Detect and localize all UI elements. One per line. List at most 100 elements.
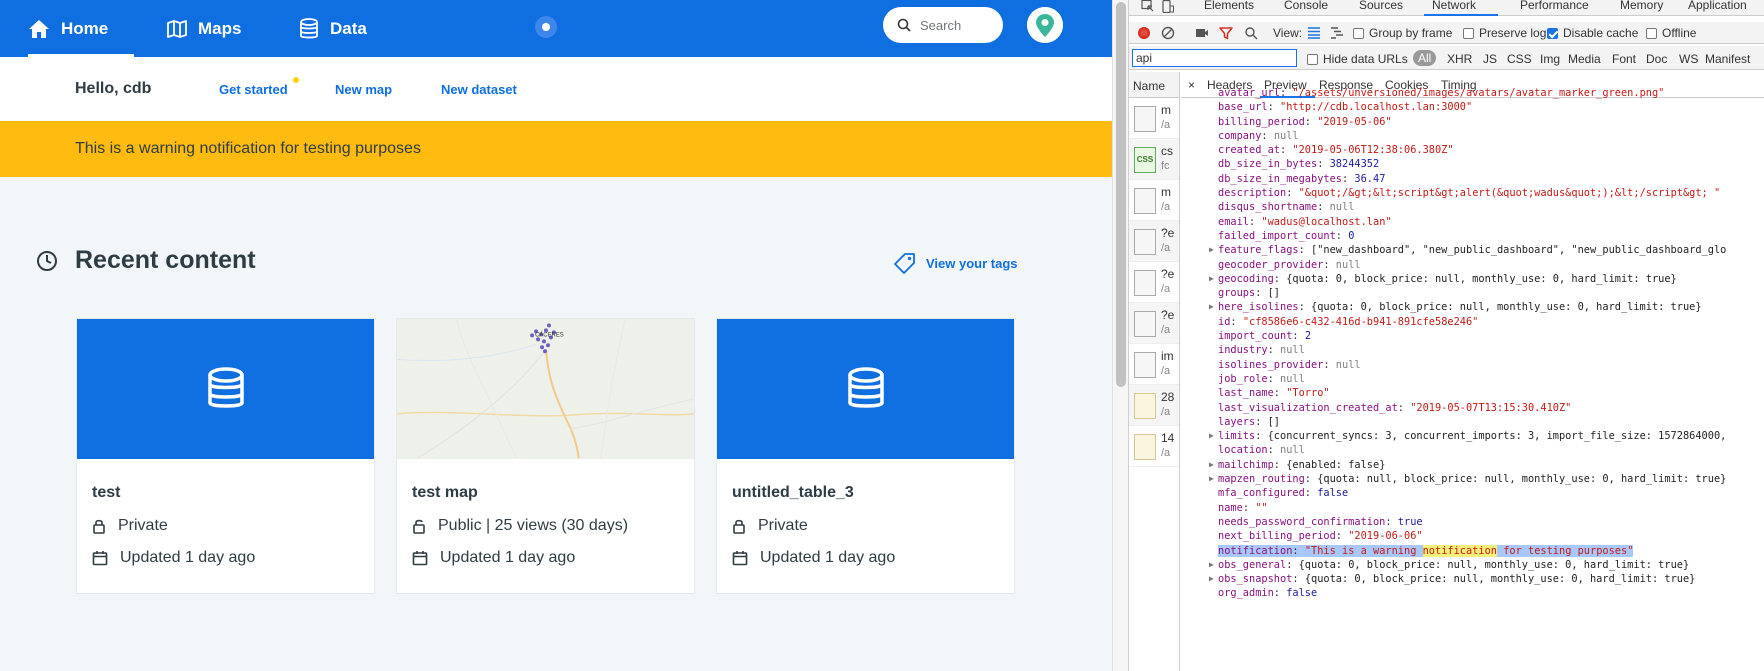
json-property[interactable]: ▶ limits: {concurrent_syncs: 3, concurren… bbox=[1181, 429, 1764, 443]
nav-data[interactable]: Data bbox=[299, 0, 367, 57]
hide-data-urls-checkbox[interactable]: Hide data URLs bbox=[1307, 52, 1408, 66]
new-map-link[interactable]: New map bbox=[335, 82, 392, 97]
expand-arrow-icon[interactable]: ▶ bbox=[1209, 429, 1214, 443]
json-key: groups bbox=[1218, 287, 1256, 300]
filter-input[interactable]: api bbox=[1132, 49, 1297, 67]
document-file-icon bbox=[1134, 311, 1156, 337]
inspect-element-icon[interactable] bbox=[1141, 0, 1155, 13]
json-property: industry: null bbox=[1218, 344, 1305, 357]
json-key: name bbox=[1218, 501, 1243, 514]
filter-type-all[interactable]: All bbox=[1413, 50, 1437, 66]
preserve-log-checkbox[interactable]: Preserve log bbox=[1463, 26, 1546, 40]
filter-type-doc[interactable]: Doc bbox=[1646, 52, 1667, 66]
request-row[interactable]: im/a bbox=[1129, 344, 1179, 385]
json-property[interactable]: ▶ here_isolines: {quota: 0, block_price: … bbox=[1181, 300, 1764, 314]
json-property: isolines_provider: null bbox=[1218, 358, 1361, 371]
view-label: View: bbox=[1273, 26, 1303, 40]
search-input[interactable]: Search bbox=[883, 7, 1003, 43]
json-property[interactable]: ▶ mailchimp: {enabled: false} bbox=[1181, 458, 1764, 472]
clock-icon bbox=[37, 251, 57, 271]
waterfall-icon[interactable] bbox=[1330, 27, 1344, 39]
json-property: org_admin: false bbox=[1218, 587, 1318, 600]
request-row[interactable]: ?e/a bbox=[1129, 221, 1179, 262]
expand-arrow-icon[interactable]: ▶ bbox=[1209, 458, 1214, 472]
request-path: /a bbox=[1161, 283, 1171, 295]
request-row[interactable]: m/a bbox=[1129, 180, 1179, 221]
json-property: job_role: null bbox=[1218, 372, 1305, 385]
device-toolbar-icon[interactable] bbox=[1162, 0, 1174, 13]
offline-checkbox[interactable]: Offline bbox=[1646, 26, 1696, 40]
name-column-header[interactable]: Name bbox=[1129, 72, 1179, 98]
expand-arrow-icon[interactable]: ▶ bbox=[1209, 300, 1214, 314]
page-scrollbar[interactable] bbox=[1112, 0, 1128, 671]
expand-arrow-icon[interactable]: ▶ bbox=[1209, 272, 1214, 286]
group-by-frame-checkbox[interactable]: Group by frame bbox=[1353, 26, 1452, 40]
request-row[interactable]: 14/a bbox=[1129, 426, 1179, 467]
card-privacy: Private bbox=[732, 517, 808, 535]
content-card[interactable]: test Private Updated 1 day ago bbox=[76, 318, 375, 594]
json-key: disqus_shortname bbox=[1218, 201, 1318, 214]
nav-maps[interactable]: Maps bbox=[167, 0, 241, 57]
notification-dot-icon[interactable] bbox=[535, 16, 557, 38]
scrollbar-thumb[interactable] bbox=[1116, 2, 1126, 387]
tab-memory[interactable]: Memory bbox=[1620, 0, 1663, 12]
json-value: true bbox=[1397, 515, 1423, 528]
map-thumbnail: CÁCERES bbox=[397, 319, 694, 459]
content-card[interactable]: CÁCERES test map Public | 25 views (30 d… bbox=[396, 318, 695, 594]
expand-arrow-icon[interactable]: ▶ bbox=[1209, 558, 1214, 572]
json-property[interactable]: ▶ geocoding: {quota: 0, block_price: null… bbox=[1181, 272, 1764, 286]
expand-arrow-icon[interactable]: ▶ bbox=[1209, 572, 1214, 586]
content-card[interactable]: untitled_table_3 Private Updated 1 day a… bbox=[716, 318, 1015, 594]
tab-network[interactable]: Network bbox=[1432, 0, 1476, 12]
request-row[interactable]: ?e/a bbox=[1129, 303, 1179, 344]
json-property: last_name: "Torro" bbox=[1218, 387, 1330, 400]
card-updated: Updated 1 day ago bbox=[92, 549, 255, 567]
json-property[interactable]: ▶ obs_snapshot: {quota: 0, block_price: n… bbox=[1181, 572, 1764, 586]
tab-sources[interactable]: Sources bbox=[1359, 0, 1403, 12]
request-row[interactable]: ?e/a bbox=[1129, 262, 1179, 303]
card-title[interactable]: test bbox=[92, 484, 120, 502]
request-row[interactable]: m/a bbox=[1129, 98, 1179, 139]
database-icon bbox=[300, 17, 318, 38]
filter-type-img[interactable]: Img bbox=[1540, 52, 1560, 66]
screenshot-icon[interactable] bbox=[1195, 27, 1209, 39]
search-icon[interactable] bbox=[1244, 26, 1258, 40]
expand-arrow-icon[interactable]: ▶ bbox=[1209, 243, 1214, 257]
large-rows-icon[interactable] bbox=[1307, 27, 1321, 39]
request-path: /a bbox=[1161, 324, 1171, 336]
clear-icon[interactable] bbox=[1161, 26, 1175, 40]
filter-type-js[interactable]: JS bbox=[1483, 52, 1497, 66]
database-icon bbox=[847, 367, 884, 408]
request-row[interactable]: 28/a bbox=[1129, 385, 1179, 426]
filter-type-manifest[interactable]: Manifest bbox=[1705, 52, 1750, 66]
map-place-label: CÁCERES bbox=[535, 331, 564, 338]
filter-icon[interactable] bbox=[1219, 26, 1233, 40]
card-title[interactable]: untitled_table_3 bbox=[732, 484, 854, 502]
filter-type-font[interactable]: Font bbox=[1612, 52, 1636, 66]
filter-type-media[interactable]: Media bbox=[1568, 52, 1601, 66]
json-property: base_url: "http://cdb.localhost.lan:3000… bbox=[1218, 101, 1473, 114]
tab-console[interactable]: Console bbox=[1284, 0, 1328, 12]
json-property[interactable]: ▶ mapzen_routing: {quota: null, block_pri… bbox=[1181, 472, 1764, 486]
get-started-link[interactable]: Get started bbox=[219, 82, 288, 97]
request-list: Name m/a CSS cs fc m/a ?e/a ?e/a ?e/a im/a… bbox=[1129, 72, 1180, 671]
filter-type-ws[interactable]: WS bbox=[1679, 52, 1698, 66]
tab-application[interactable]: Application bbox=[1688, 0, 1747, 12]
nav-home[interactable]: Home bbox=[28, 0, 135, 57]
json-property[interactable]: ▶ obs_general: {quota: 0, block_price: nu… bbox=[1181, 558, 1764, 572]
user-avatar[interactable] bbox=[1027, 7, 1063, 43]
tab-elements[interactable]: Elements bbox=[1204, 0, 1254, 12]
home-icon bbox=[29, 19, 49, 38]
filter-type-css[interactable]: CSS bbox=[1507, 52, 1532, 66]
tab-performance[interactable]: Performance bbox=[1520, 0, 1589, 12]
filter-type-xhr[interactable]: XHR bbox=[1447, 52, 1472, 66]
request-row[interactable]: CSS cs fc bbox=[1129, 139, 1179, 180]
view-tags-link[interactable]: View your tags bbox=[894, 252, 1018, 274]
json-property[interactable]: ▶ feature_flags: ["new_dashboard", "new_p… bbox=[1181, 243, 1764, 257]
json-property: location: null bbox=[1218, 444, 1305, 457]
disable-cache-checkbox[interactable]: Disable cache bbox=[1547, 26, 1638, 40]
new-dataset-link[interactable]: New dataset bbox=[441, 82, 517, 97]
card-title[interactable]: test map bbox=[412, 484, 478, 502]
expand-arrow-icon[interactable]: ▶ bbox=[1209, 472, 1214, 486]
record-icon[interactable] bbox=[1137, 26, 1151, 40]
